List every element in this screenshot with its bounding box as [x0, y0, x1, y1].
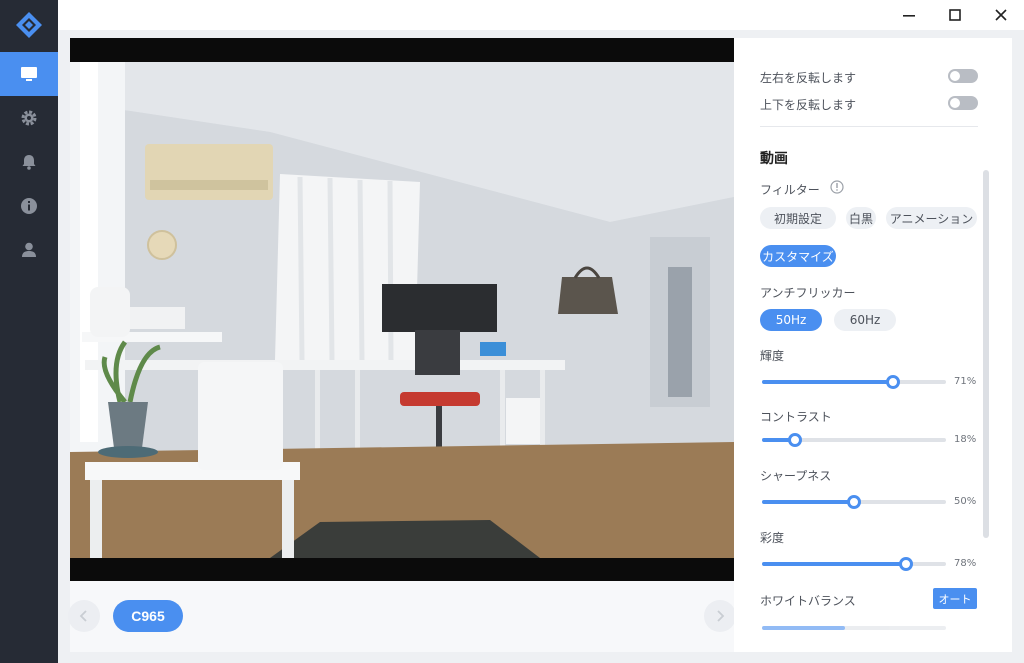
next-camera-button[interactable] [704, 600, 736, 632]
contrast-label: コントラスト [760, 410, 832, 424]
user-icon [22, 242, 36, 257]
maximize-icon [949, 9, 961, 21]
video-feed[interactable] [70, 38, 734, 581]
contrast-slider[interactable] [762, 433, 946, 447]
settings-scrollbar[interactable] [983, 170, 989, 538]
chevron-left-icon [79, 610, 87, 622]
maximize-button[interactable] [932, 0, 978, 30]
sidebar-item-notifications[interactable] [0, 140, 58, 184]
saturation-slider-fill [762, 562, 906, 566]
gear-icon [21, 110, 37, 126]
saturation-slider-handle[interactable] [898, 557, 913, 571]
sharpness-label: シャープネス [760, 469, 832, 483]
flip-horizontal-toggle[interactable] [948, 69, 978, 83]
sidebar [0, 0, 58, 663]
divider [760, 126, 978, 127]
brightness-slider-fill [762, 380, 893, 384]
sharpness-value: 50% [954, 496, 977, 507]
antiflicker-option-60hz[interactable]: 60Hz [834, 309, 896, 331]
title-bar [58, 0, 1024, 30]
flip-horizontal-label: 左右を反転します [760, 71, 857, 85]
sidebar-item-account[interactable] [0, 228, 58, 272]
flip-vertical-toggle[interactable] [948, 96, 978, 110]
contrast-value: 18% [954, 434, 977, 445]
filter-option-animation[interactable]: アニメーション [886, 207, 977, 229]
filter-option-customize[interactable]: カスタマイズ [760, 245, 836, 267]
antiflicker-option-50hz[interactable]: 50Hz [760, 309, 822, 331]
minimize-button[interactable] [886, 0, 932, 30]
white-balance-slider-fill [762, 626, 845, 630]
close-button[interactable] [978, 0, 1024, 30]
bell-icon [22, 155, 36, 170]
sharpness-slider[interactable] [762, 495, 946, 509]
antiflicker-label: アンチフリッカー [760, 286, 856, 300]
white-balance-label: ホワイトバランス [760, 594, 856, 608]
diamond-logo-icon [16, 12, 42, 38]
sharpness-slider-fill [762, 500, 854, 504]
saturation-value: 78% [954, 558, 977, 569]
sidebar-item-settings[interactable] [0, 96, 58, 140]
camera-frame-image [70, 62, 734, 558]
sharpness-slider-handle[interactable] [847, 495, 861, 509]
brightness-value: 71% [954, 376, 977, 387]
white-balance-auto-button[interactable]: オート [933, 588, 977, 609]
minimize-icon [903, 15, 915, 17]
chevron-right-icon [717, 610, 725, 622]
monitor-icon [21, 67, 37, 81]
sidebar-item-camera[interactable] [0, 52, 58, 96]
info-outline-icon[interactable] [830, 180, 844, 194]
previous-camera-button[interactable] [68, 600, 100, 632]
filter-option-monochrome[interactable]: 白黒 [846, 207, 876, 229]
close-icon [995, 9, 1007, 21]
video-section-title: 動画 [760, 151, 788, 167]
contrast-slider-handle[interactable] [788, 433, 803, 447]
flip-vertical-label: 上下を反転します [760, 98, 857, 112]
camera-preview-panel: C965 [68, 38, 736, 652]
sidebar-item-about[interactable] [0, 184, 58, 228]
white-balance-slider[interactable] [762, 626, 946, 630]
camera-chip[interactable]: C965 [113, 600, 183, 632]
info-circle-icon [21, 198, 37, 214]
brightness-slider[interactable] [762, 375, 946, 389]
settings-panel: 左右を反転します 上下を反転します 動画 フィルター 初期設定 白黒 アニメーシ… [734, 38, 1012, 652]
filter-option-default[interactable]: 初期設定 [760, 207, 836, 229]
brightness-slider-handle[interactable] [885, 375, 900, 389]
saturation-slider[interactable] [762, 557, 946, 571]
brightness-label: 輝度 [760, 349, 785, 363]
filter-label: フィルター [760, 183, 820, 197]
saturation-label: 彩度 [760, 531, 785, 545]
